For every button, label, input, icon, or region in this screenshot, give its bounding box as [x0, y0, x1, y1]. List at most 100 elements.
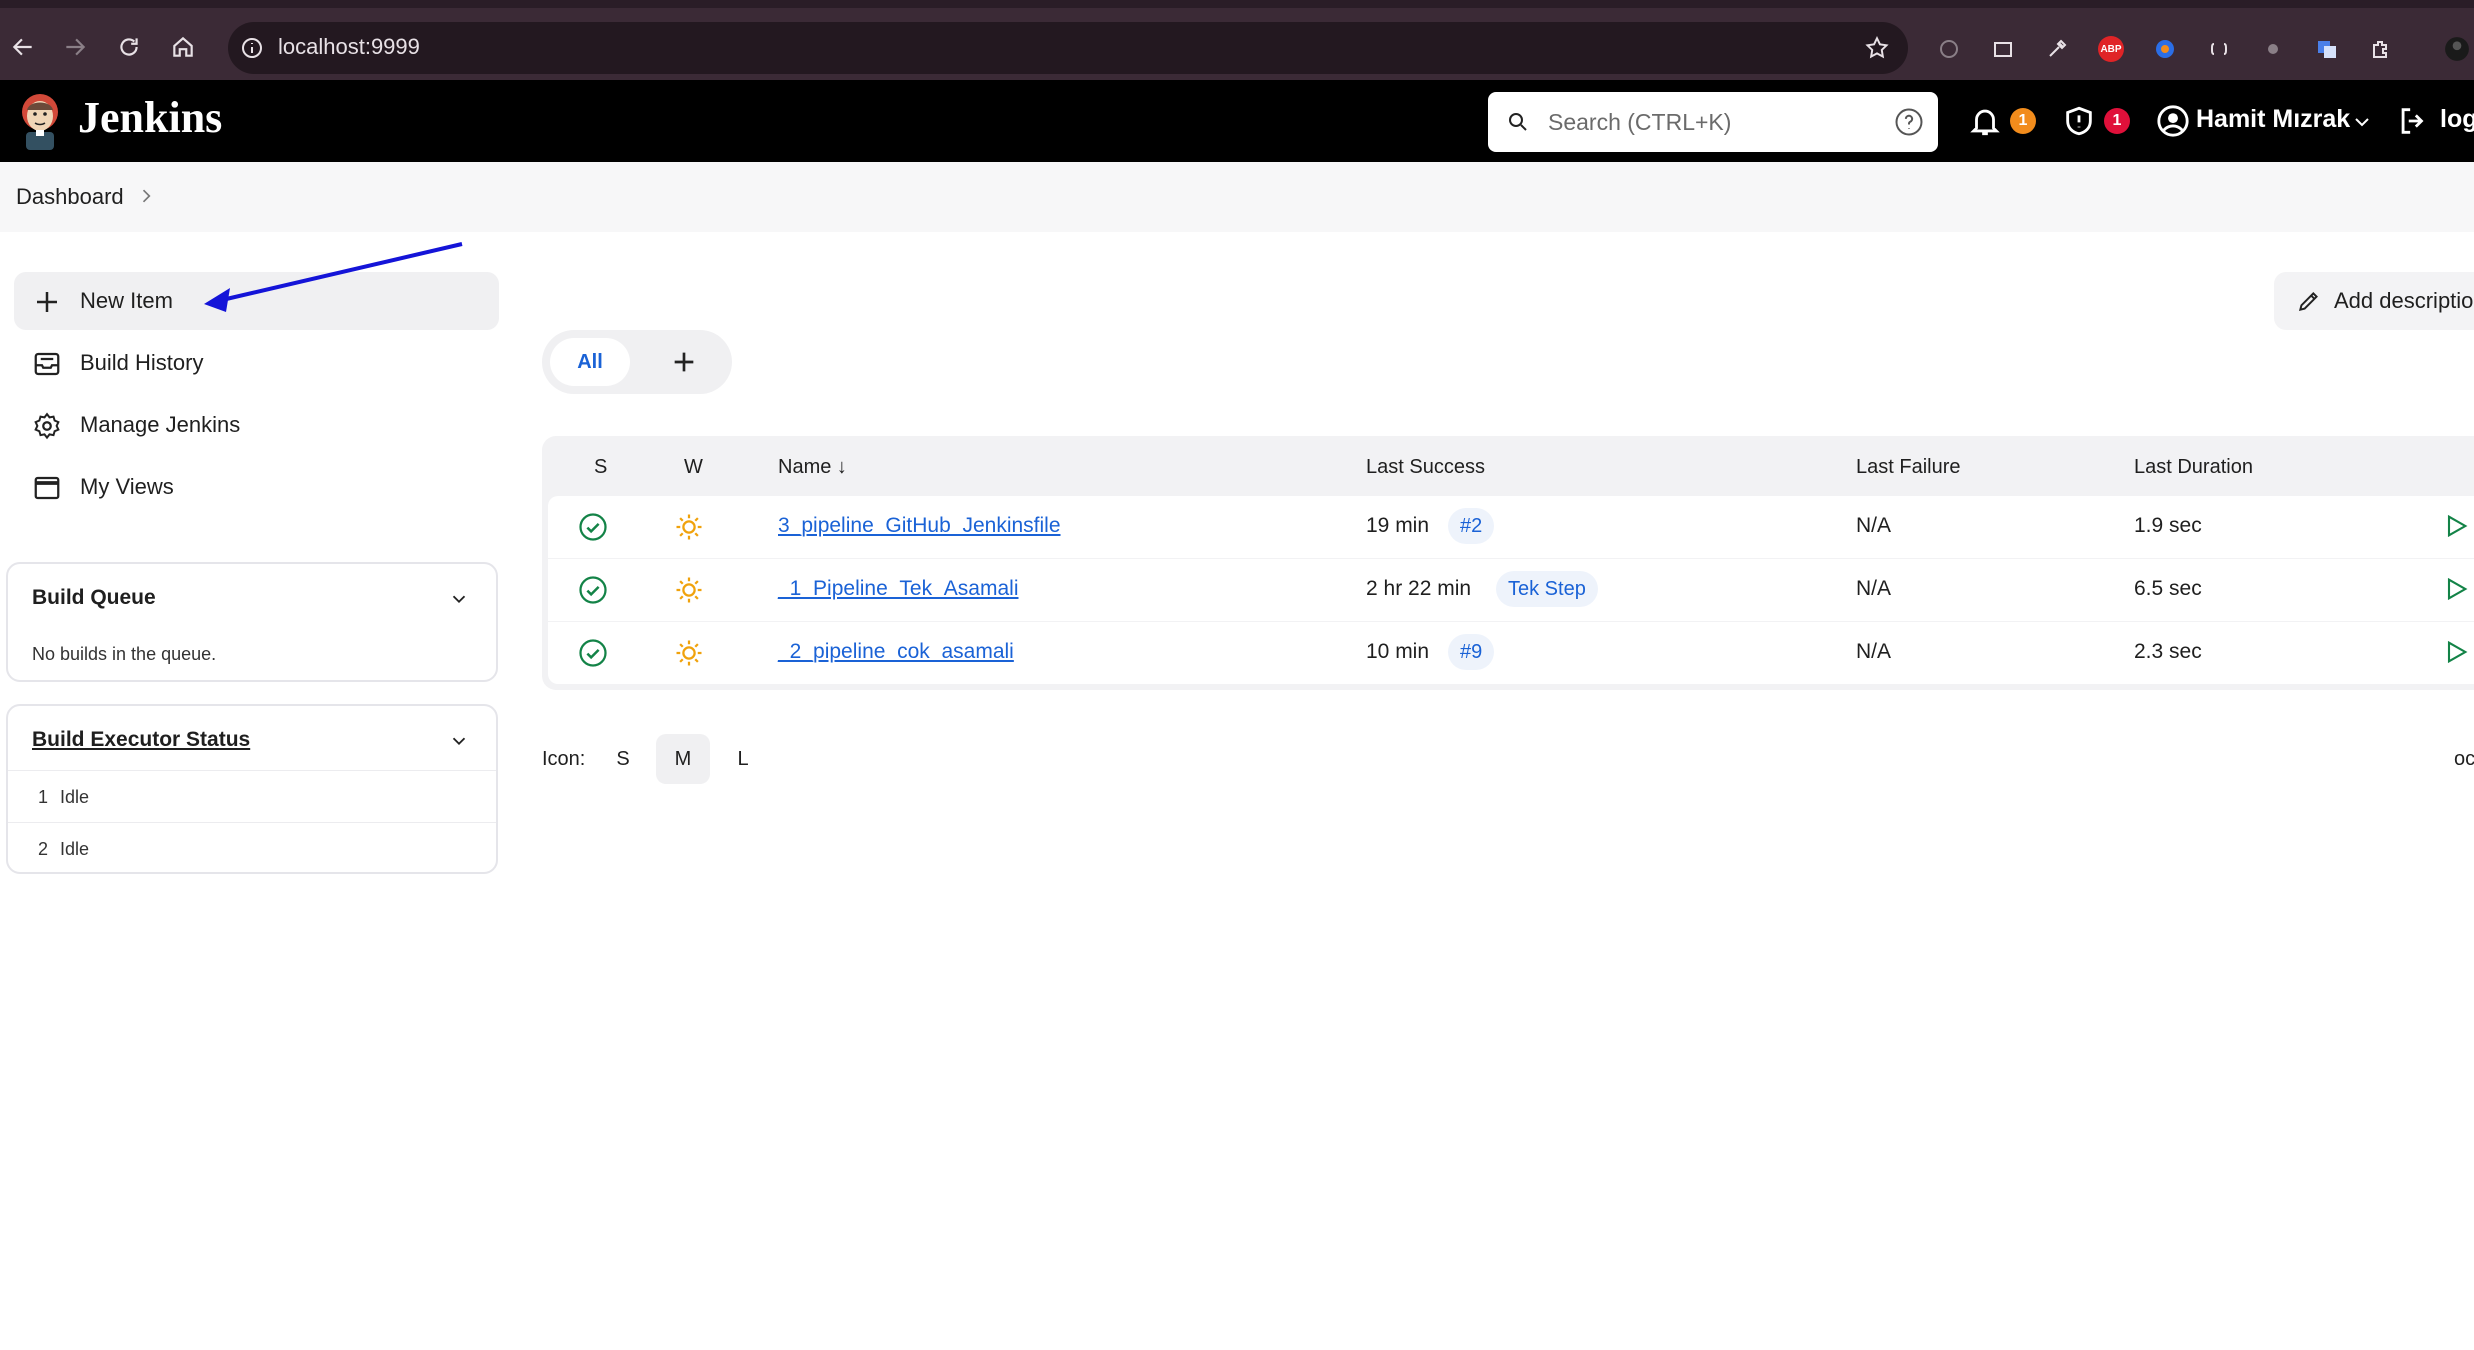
build-queue-title[interactable]: Build Queue	[32, 586, 156, 610]
user-icon[interactable]	[2156, 104, 2190, 138]
column-last-success[interactable]: Last Success	[1366, 456, 1485, 479]
breadcrumb-dashboard[interactable]: Dashboard	[16, 184, 124, 210]
build-link[interactable]: Tek Step	[1496, 571, 1598, 607]
back-icon[interactable]	[6, 30, 40, 64]
last-duration: 1.9 sec	[2134, 514, 2202, 537]
bookmark-star-icon[interactable]	[1864, 35, 1890, 61]
executor-row: 2 Idle	[8, 822, 496, 874]
column-last-duration[interactable]: Last Duration	[2134, 456, 2253, 479]
schedule-build-play-icon[interactable]	[2442, 638, 2470, 666]
last-success-time: 19 min	[1366, 514, 1430, 537]
column-status[interactable]: S	[594, 456, 607, 479]
table-row: 3_pipeline_GitHub_Jenkinsfile 19 min #2 …	[548, 496, 2474, 558]
task-my-views[interactable]: My Views	[14, 458, 499, 516]
home-icon[interactable]	[166, 30, 200, 64]
executor-number: 1	[38, 787, 49, 807]
profile-avatar[interactable]	[2444, 36, 2470, 62]
add-description-button[interactable]: Add descriptio	[2274, 272, 2474, 330]
translate-icon[interactable]	[2314, 36, 2340, 62]
search-box[interactable]	[1488, 92, 1938, 152]
reload-icon[interactable]	[112, 30, 146, 64]
sunny-weather-icon	[676, 640, 702, 666]
icon-size-s[interactable]: S	[596, 734, 650, 784]
search-input[interactable]	[1548, 102, 1868, 142]
success-check-icon	[579, 639, 607, 667]
build-queue-empty: No builds in the queue.	[32, 644, 217, 664]
address-bar[interactable]: localhost:9999	[228, 22, 1908, 74]
column-last-failure[interactable]: Last Failure	[1856, 456, 1961, 479]
chevron-right-icon[interactable]	[136, 186, 156, 206]
sunny-weather-icon	[676, 577, 702, 603]
task-label: My Views	[80, 474, 174, 499]
column-weather[interactable]: W	[684, 456, 703, 479]
jenkins-header: Jenkins 1 1 Hamit Mızrak log	[0, 80, 2474, 162]
jobs-table: S W Name ↓ Last Success Last Failure Las…	[542, 436, 2474, 690]
job-name-link[interactable]: _2_pipeline_cok_asamali	[778, 640, 1014, 664]
last-failure: N/A	[1856, 577, 1892, 600]
build-link[interactable]: #9	[1448, 634, 1495, 670]
extension-3-icon[interactable]	[2152, 36, 2178, 62]
security-badge[interactable]: 1	[2104, 108, 2130, 134]
last-success-time: 2 hr 22 min	[1366, 577, 1472, 600]
url-text: localhost:9999	[278, 34, 420, 59]
icon-size-label: Icon:	[542, 748, 586, 770]
icon-size-m[interactable]: M	[656, 734, 710, 784]
extension-2-icon[interactable]	[1990, 36, 2016, 62]
pencil-icon	[2298, 292, 2318, 312]
success-check-icon	[579, 576, 607, 604]
logout-link[interactable]: log	[2440, 105, 2474, 134]
breadcrumb: Dashboard	[0, 162, 2474, 232]
task-label: Manage Jenkins	[80, 412, 241, 437]
browser-toolbar: localhost:9999 ABP	[0, 0, 2474, 80]
executor-status: Idle	[60, 787, 90, 807]
notifications-bell-icon[interactable]	[1968, 104, 2002, 138]
search-icon	[1509, 113, 1527, 131]
task-build-history[interactable]: Build History	[14, 334, 499, 392]
jenkins-logo[interactable]	[16, 90, 64, 152]
last-failure: N/A	[1856, 514, 1892, 537]
extension-4-icon[interactable]	[2206, 36, 2232, 62]
tab-all[interactable]: All	[550, 338, 630, 386]
extension-5-icon[interactable]	[2260, 36, 2286, 62]
view-tabs: All	[542, 330, 732, 394]
legend-link[interactable]: oc	[2454, 748, 2474, 771]
plus-icon	[37, 292, 57, 312]
eyedropper-icon[interactable]	[2044, 36, 2070, 62]
schedule-build-play-icon[interactable]	[2442, 575, 2470, 603]
task-label: New Item	[80, 288, 173, 313]
extension-1-icon[interactable]	[1936, 36, 1962, 62]
extensions-puzzle-icon[interactable]	[2368, 36, 2394, 62]
schedule-build-play-icon[interactable]	[2442, 512, 2470, 540]
executor-status-title[interactable]: Build Executor Status	[32, 728, 250, 752]
help-icon[interactable]	[1894, 107, 1924, 137]
forward-icon[interactable]	[58, 30, 92, 64]
last-success-time: 10 min	[1366, 640, 1430, 663]
column-name[interactable]: Name ↓	[778, 456, 847, 479]
new-view-plus-icon[interactable]	[668, 346, 700, 378]
chevron-down-icon[interactable]	[2350, 110, 2374, 134]
chevron-down-icon[interactable]	[448, 730, 470, 752]
notifications-badge[interactable]: 1	[2010, 108, 2036, 134]
build-link[interactable]: #2	[1448, 508, 1495, 544]
success-check-icon	[579, 513, 607, 541]
job-name-link[interactable]: 3_pipeline_GitHub_Jenkinsfile	[778, 514, 1061, 538]
job-name-link[interactable]: _1_Pipeline_Tek_Asamali	[778, 577, 1019, 601]
task-new-item[interactable]: New Item	[14, 272, 499, 330]
adblock-icon[interactable]: ABP	[2098, 36, 2124, 62]
site-info-icon[interactable]	[240, 36, 264, 60]
gear-icon	[34, 412, 60, 440]
executor-row: 1 Idle	[8, 770, 496, 822]
sunny-weather-icon	[676, 514, 702, 540]
last-duration: 6.5 sec	[2134, 577, 2202, 600]
user-name[interactable]: Hamit Mızrak	[2196, 105, 2350, 134]
icon-size-l[interactable]: L	[716, 734, 770, 784]
logout-icon[interactable]	[2396, 104, 2430, 138]
executor-status-panel: Build Executor Status 1 Idle 2 Idle	[6, 704, 498, 874]
table-row: _1_Pipeline_Tek_Asamali 2 hr 22 min Tek …	[548, 559, 2474, 621]
brand-title[interactable]: Jenkins	[78, 92, 222, 143]
task-label: Build History	[80, 350, 204, 375]
chevron-down-icon[interactable]	[448, 588, 470, 610]
task-manage-jenkins[interactable]: Manage Jenkins	[14, 396, 499, 454]
build-queue-panel: Build Queue No builds in the queue.	[6, 562, 498, 682]
security-shield-icon[interactable]	[2062, 104, 2096, 138]
